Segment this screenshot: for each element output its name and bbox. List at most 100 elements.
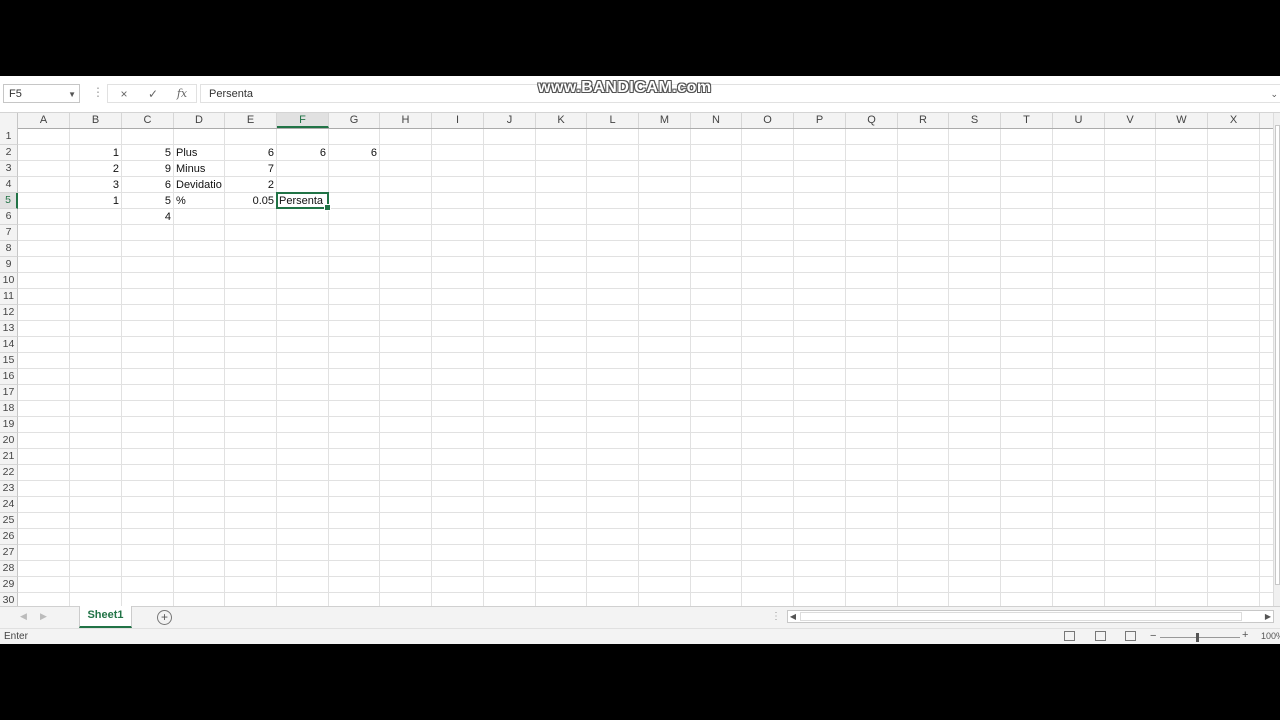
row-header-8[interactable]: 8 — [0, 241, 18, 257]
cell-b5[interactable]: 1 — [70, 193, 122, 209]
column-header-b[interactable]: B — [70, 113, 122, 128]
column-header-f[interactable]: F — [277, 113, 329, 128]
sheet-tab-sheet1[interactable]: Sheet1 — [79, 606, 132, 628]
cell-g2[interactable]: 6 — [329, 145, 380, 161]
expand-formula-bar-icon[interactable]: ⌄ — [1270, 89, 1278, 100]
row-header-16[interactable]: 16 — [0, 369, 18, 385]
column-header-v[interactable]: V — [1105, 113, 1156, 128]
page-break-preview-icon[interactable] — [1125, 631, 1136, 641]
horizontal-scrollbar[interactable]: ◀ ▶ — [787, 610, 1274, 623]
cell-c6[interactable]: 4 — [122, 209, 174, 225]
vertical-scrollbar[interactable] — [1273, 113, 1280, 606]
row-header-1[interactable]: 1 — [0, 129, 18, 145]
formula-input[interactable]: Persenta ⌄ — [200, 84, 1280, 103]
name-box[interactable]: F5 ▼ — [3, 84, 80, 103]
row-header-17[interactable]: 17 — [0, 385, 18, 401]
row-header-22[interactable]: 22 — [0, 465, 18, 481]
insert-function-button[interactable]: fx — [172, 86, 192, 102]
vertical-scroll-thumb[interactable] — [1275, 125, 1280, 585]
row-header-23[interactable]: 23 — [0, 481, 18, 497]
enter-icon[interactable]: ✓ — [143, 86, 163, 102]
row-header-29[interactable]: 29 — [0, 577, 18, 593]
column-header-s[interactable]: S — [949, 113, 1001, 128]
row-header-7[interactable]: 7 — [0, 225, 18, 241]
row-header-13[interactable]: 13 — [0, 321, 18, 337]
scroll-right-icon[interactable]: ▶ — [1263, 611, 1273, 622]
cell-d5[interactable]: % — [174, 193, 225, 209]
cell-c3[interactable]: 9 — [122, 161, 174, 177]
zoom-slider-knob[interactable] — [1196, 633, 1199, 642]
cell-e2[interactable]: 6 — [225, 145, 277, 161]
zoom-in-button[interactable]: + — [1242, 629, 1248, 641]
cell-d2[interactable]: Plus — [174, 145, 225, 161]
row-header-11[interactable]: 11 — [0, 289, 18, 305]
column-header-o[interactable]: O — [742, 113, 794, 128]
column-header-x[interactable]: X — [1208, 113, 1260, 128]
page-layout-view-icon[interactable] — [1095, 631, 1106, 641]
column-header-u[interactable]: U — [1053, 113, 1105, 128]
add-sheet-button[interactable]: + — [157, 610, 172, 625]
cell-e3[interactable]: 7 — [225, 161, 277, 177]
column-header-e[interactable]: E — [225, 113, 277, 128]
column-header-i[interactable]: I — [432, 113, 484, 128]
cell-e4[interactable]: 2 — [225, 177, 277, 193]
scroll-tabs-right-icon[interactable]: ▶ — [40, 611, 47, 622]
row-header-24[interactable]: 24 — [0, 497, 18, 513]
zoom-slider[interactable] — [1160, 637, 1240, 638]
row-header-12[interactable]: 12 — [0, 305, 18, 321]
row-header-18[interactable]: 18 — [0, 401, 18, 417]
select-all-corner[interactable] — [0, 113, 18, 129]
column-header-a[interactable]: A — [18, 113, 70, 128]
column-header-w[interactable]: W — [1156, 113, 1208, 128]
zoom-level[interactable]: 100% — [1261, 631, 1280, 641]
column-header-h[interactable]: H — [380, 113, 432, 128]
tab-split-handle[interactable]: ⋮ — [771, 611, 781, 622]
row-header-5[interactable]: 5 — [0, 193, 18, 209]
cell-e5[interactable]: 0.05 — [225, 193, 277, 209]
column-header-t[interactable]: T — [1001, 113, 1053, 128]
column-header-g[interactable]: G — [329, 113, 380, 128]
row-header-21[interactable]: 21 — [0, 449, 18, 465]
cancel-icon[interactable]: × — [114, 86, 134, 102]
cell-c5[interactable]: 5 — [122, 193, 174, 209]
zoom-out-button[interactable]: − — [1150, 630, 1156, 642]
row-header-10[interactable]: 10 — [0, 273, 18, 289]
column-header-q[interactable]: Q — [846, 113, 898, 128]
row-header-20[interactable]: 20 — [0, 433, 18, 449]
scroll-tabs-left-icon[interactable]: ◀ — [20, 611, 27, 622]
cell-b2[interactable]: 1 — [70, 145, 122, 161]
column-header-r[interactable]: R — [898, 113, 949, 128]
fill-handle[interactable] — [324, 204, 331, 211]
cell-c4[interactable]: 6 — [122, 177, 174, 193]
cell-d4[interactable]: Devidatio — [174, 177, 225, 193]
cell-d3[interactable]: Minus — [174, 161, 225, 177]
row-header-4[interactable]: 4 — [0, 177, 18, 193]
worksheet-grid[interactable]: ABCDEFGHIJKLMNOPQRSTUVWX 1 2 3 4 5 6 7 8 9 10 11 12… — [0, 113, 1273, 606]
cell-b4[interactable]: 3 — [70, 177, 122, 193]
cell-c2[interactable]: 5 — [122, 145, 174, 161]
column-header-m[interactable]: M — [639, 113, 691, 128]
row-header-28[interactable]: 28 — [0, 561, 18, 577]
active-cell[interactable]: Persenta — [276, 192, 331, 211]
cell-b3[interactable]: 2 — [70, 161, 122, 177]
row-header-2[interactable]: 2 — [0, 145, 18, 161]
row-header-27[interactable]: 27 — [0, 545, 18, 561]
row-header-14[interactable]: 14 — [0, 337, 18, 353]
row-header-3[interactable]: 3 — [0, 161, 18, 177]
scroll-left-icon[interactable]: ◀ — [788, 611, 798, 622]
horizontal-scroll-thumb[interactable] — [800, 612, 1242, 621]
chevron-down-icon[interactable]: ▼ — [68, 90, 76, 99]
row-header-26[interactable]: 26 — [0, 529, 18, 545]
row-header-30[interactable]: 30 — [0, 593, 18, 606]
row-header-19[interactable]: 19 — [0, 417, 18, 433]
column-header-k[interactable]: K — [536, 113, 587, 128]
row-header-9[interactable]: 9 — [0, 257, 18, 273]
column-header-c[interactable]: C — [122, 113, 174, 128]
row-header-6[interactable]: 6 — [0, 209, 18, 225]
normal-view-icon[interactable] — [1064, 631, 1075, 641]
row-header-25[interactable]: 25 — [0, 513, 18, 529]
column-header-l[interactable]: L — [587, 113, 639, 128]
column-header-j[interactable]: J — [484, 113, 536, 128]
column-header-n[interactable]: N — [691, 113, 742, 128]
row-header-15[interactable]: 15 — [0, 353, 18, 369]
